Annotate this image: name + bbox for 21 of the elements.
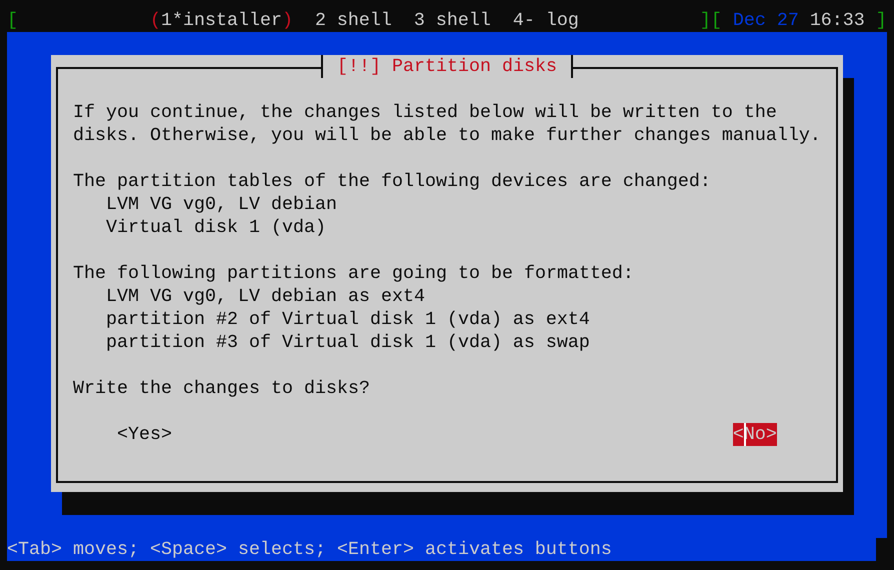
dialog-title: [!!] Partition disks: [321, 55, 573, 78]
bracket: ]: [876, 9, 887, 32]
window-tab[interactable]: 3 shell: [402, 9, 502, 32]
list-item: partition #3 of Virtual disk 1 (vda) as swap: [104, 331, 591, 354]
message-text: If you continue, the changes listed below will be written to the disks. Otherwise, you will be able to make further changes manually.: [73, 101, 822, 147]
list-item: LVM VG vg0, LV debian: [104, 193, 338, 216]
message-text: The partition tables of the following devices are changed:: [73, 170, 712, 193]
bracket: [: [7, 9, 18, 32]
message-text: The following partitions are going to be formatted:: [73, 262, 635, 285]
window-tab[interactable]: 2 shell: [304, 9, 403, 32]
list-item: partition #2 of Virtual disk 1 (vda) as ext4: [104, 308, 591, 331]
message-text: Write the changes to disks?: [73, 377, 371, 400]
date: Dec 27: [732, 9, 799, 32]
help-text: <Tab> moves; <Space> selects; <Enter> activates buttons: [7, 539, 612, 560]
window-tab[interactable]: 4- log: [502, 9, 590, 32]
bracket: ][: [700, 9, 722, 32]
window-tab[interactable]: (1*installer): [150, 9, 293, 32]
list-item: LVM VG vg0, LV debian as ext4: [104, 285, 426, 308]
yes-button[interactable]: <Yes>: [116, 423, 172, 446]
list-item: Virtual disk 1 (vda): [104, 216, 327, 239]
time: 16:33: [810, 9, 865, 32]
